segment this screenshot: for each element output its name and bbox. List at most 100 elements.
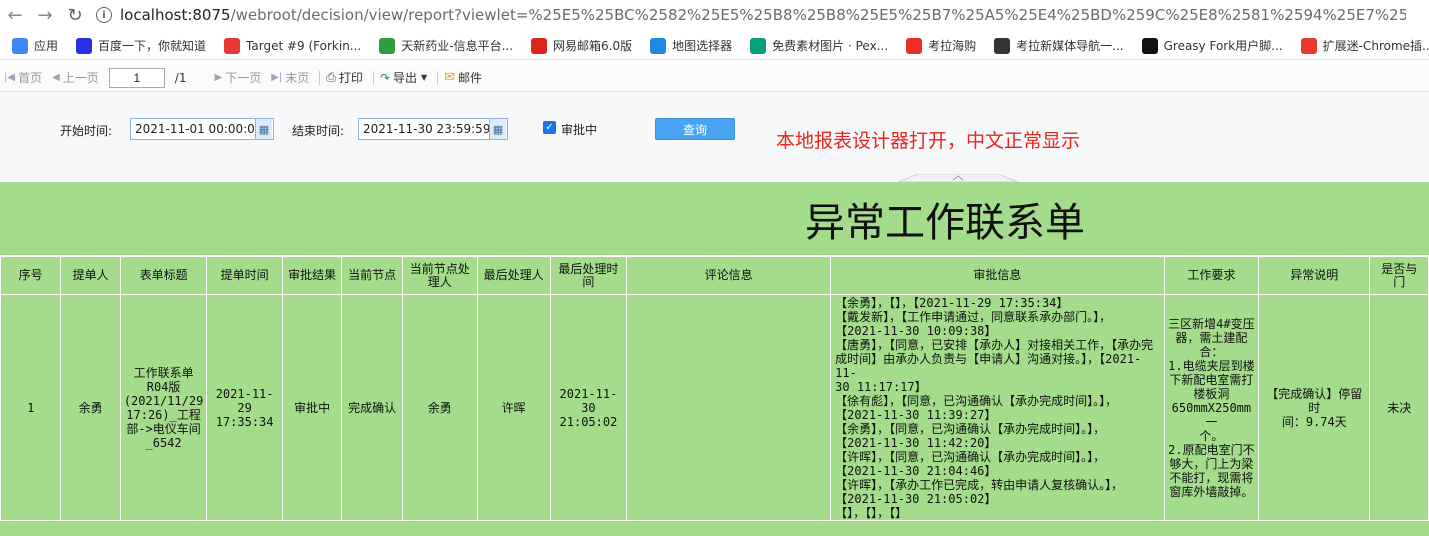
prev-page-icon: ◀ — [52, 72, 60, 83]
pexels-d-icon — [750, 37, 767, 54]
bookmark-item[interactable]: 应用 — [12, 37, 58, 54]
url-field[interactable]: i localhost:8075/webroot/decision/view/r… — [96, 0, 1406, 30]
column-header: 工作要求 — [1163, 256, 1260, 295]
start-time-label: 开始时间: — [60, 124, 113, 138]
column-header: 异常说明 — [1258, 256, 1371, 295]
back-icon[interactable]: ← — [0, 0, 30, 30]
column-header: 最后处理时间 — [549, 256, 628, 295]
bookmark-label: 应用 — [34, 39, 59, 53]
last-time-cell: 2021-11-30 21:05:02 — [549, 294, 628, 521]
bookmark-item[interactable]: 地图选择器 — [650, 37, 732, 54]
last-page-button[interactable]: ▶| 末页 — [271, 69, 309, 86]
reload-icon[interactable]: ↻ — [60, 0, 90, 30]
calendar-icon[interactable]: ▦ — [255, 119, 272, 139]
bookmark-label: 扩展迷-Chrome插... — [1322, 39, 1429, 53]
bookmark-item[interactable]: 考拉新媒体导航一... — [994, 37, 1124, 54]
toolbar-divider — [437, 70, 439, 85]
start-time-input[interactable]: 2021-11-01 00:00:00 — [130, 118, 274, 140]
netease-mail-icon — [531, 37, 548, 54]
url-host: localhost:8075 — [120, 6, 231, 24]
forward-icon[interactable]: → — [30, 0, 60, 30]
approving-checkbox-label: 审批中 — [561, 123, 598, 137]
page-total: /1 — [174, 70, 187, 85]
column-header: 当前节点处理人 — [401, 256, 478, 295]
column-header: 审批结果 — [281, 256, 343, 295]
bookmark-item[interactable]: 百度一下，你就知道 — [76, 37, 206, 54]
extfans-ex-icon — [1300, 37, 1317, 54]
exception-note-cell: 【完成确认】停留时 间：9.74天 — [1258, 294, 1371, 521]
current-handler-cell: 余勇 — [401, 294, 478, 521]
bookmark-item[interactable]: 天新药业-信息平台... — [379, 37, 513, 54]
toolbar-divider — [319, 70, 321, 85]
bookmark-label: 百度一下，你就知道 — [98, 39, 207, 53]
kaola-icon — [906, 37, 923, 54]
bookmark-label: Greasy Fork用户脚... — [1163, 39, 1283, 53]
query-button[interactable]: 查询 — [655, 118, 735, 140]
export-icon: ↷ — [379, 70, 390, 85]
toolbar-divider — [372, 70, 374, 85]
bookmark-item[interactable]: Target #9 (Forkin... — [224, 37, 362, 54]
submit-time-cell: 2021-11-29 17:35:34 — [206, 294, 283, 521]
column-header: 评论信息 — [626, 256, 832, 295]
comment-cell — [626, 294, 832, 521]
apps-grid-icon — [12, 37, 28, 54]
mail-button[interactable]: ✉ 邮件 — [444, 69, 482, 86]
truncated-cell: 未决 — [1369, 294, 1429, 521]
bookmark-label: 免费素材图片 · Pex... — [772, 39, 889, 53]
site-info-icon[interactable]: i — [96, 7, 112, 23]
mail-icon: ✉ — [444, 70, 456, 85]
next-page-button[interactable]: ▶ 下一页 — [214, 69, 261, 86]
page-number-input[interactable] — [108, 67, 165, 88]
form-title-cell: 工作联系单 R04版 (2021/11/29 17:26)_工程 部->电仪车间… — [119, 294, 208, 521]
bookmark-label: 网易邮箱6.0版 — [553, 39, 633, 53]
bookmark-item[interactable]: 网易邮箱6.0版 — [531, 37, 632, 54]
bookmark-label: 地图选择器 — [672, 39, 733, 53]
prev-page-button[interactable]: ◀ 上一页 — [52, 69, 99, 86]
kaola-media-icon — [994, 37, 1011, 54]
bookmark-item[interactable]: 考拉海购 — [906, 37, 976, 54]
work-requirement-cell: 三区新增4#变压 器，需土建配 合： 1.电缆夹层到楼 下新配电室需打 楼板洞 … — [1163, 294, 1260, 521]
calendar-icon[interactable]: ▦ — [489, 119, 506, 139]
url-path: /webroot/decision/view/report?viewlet=%2… — [230, 6, 1406, 24]
column-header: 提单人 — [60, 256, 121, 295]
export-button[interactable]: ↷ 导出 ▼ — [380, 69, 427, 86]
approval-result-cell: 审批中 — [281, 294, 343, 521]
end-time-input[interactable]: 2021-11-30 23:59:59 — [358, 118, 508, 140]
greasyfork-icon — [1141, 37, 1158, 54]
map-arrow-icon — [650, 37, 667, 54]
end-time-label: 结束时间: — [292, 124, 345, 138]
chevron-down-icon: ▼ — [420, 73, 428, 82]
browser-address-bar: ← → ↻ i localhost:8075/webroot/decision/… — [0, 0, 1429, 30]
report-sheet: 异常工作联系单 序号 提单人 表单标题 提单时间 审批结果 当前节点 当前节点处理人 最后处理… — [0, 182, 1429, 536]
bookmark-item[interactable]: Greasy Fork用户脚... — [1141, 37, 1283, 54]
column-header: 当前节点 — [341, 256, 403, 295]
column-header: 是否与 门 — [1369, 256, 1429, 295]
report-table: 序号 提单人 表单标题 提单时间 审批结果 当前节点 当前节点处理人 最后处理人 最后处理时间评… — [0, 256, 1429, 521]
column-header: 提单时间 — [206, 256, 283, 295]
target-x-icon — [224, 37, 241, 54]
parameter-panel: 开始时间: 2021-11-01 00:00:00 ▦ 结束时间: 2021-1… — [0, 92, 1429, 182]
last-handler-cell: 许晖 — [476, 294, 551, 521]
report-toolbar: |◀首页 ◀上一页 /1 ▶下一页 ▶|末页 ⎙打印 ↷导出▼ ✉邮件 — [0, 64, 1429, 92]
approving-checkbox[interactable]: ✓ — [543, 121, 556, 134]
table-row: 1 余勇 工作联系单 R04版 (2021/11/29 17:26)_工程 部->电… — [0, 294, 1429, 521]
first-page-icon: |◀ — [4, 72, 16, 83]
column-header: 序号 — [0, 256, 62, 295]
collapse-handle-icon[interactable] — [898, 174, 1018, 182]
column-header: 表单标题 — [119, 256, 208, 295]
bookmarks-bar: 应用 百度一下，你就知道 Target #9 (Forkin... 天新药业-信息平台… — [0, 32, 1429, 60]
first-page-button[interactable]: |◀ 首页 — [4, 69, 42, 86]
column-header: 最后处理人 — [476, 256, 551, 295]
bookmark-label: 天新药业-信息平台... — [401, 39, 514, 53]
bookmark-label: 考拉新媒体导航一... — [1016, 39, 1124, 53]
row-index-cell: 1 — [0, 294, 62, 521]
baidu-paw-icon — [76, 37, 93, 54]
bookmark-item[interactable]: 扩展迷-Chrome插... — [1300, 37, 1429, 54]
bookmark-label: Target #9 (Forkin... — [246, 38, 362, 53]
table-header-row: 序号 提单人 表单标题 提单时间 审批结果 当前节点 当前节点处理人 最后处理人 最后处理时间评… — [0, 256, 1429, 295]
last-page-icon: ▶| — [271, 72, 283, 83]
tianxin-t-icon — [379, 37, 396, 54]
annotation-note: 本地报表设计器打开，中文正常显示 — [776, 130, 1081, 152]
bookmark-item[interactable]: 免费素材图片 · Pex... — [750, 37, 888, 54]
print-button[interactable]: ⎙ 打印 — [326, 69, 363, 86]
